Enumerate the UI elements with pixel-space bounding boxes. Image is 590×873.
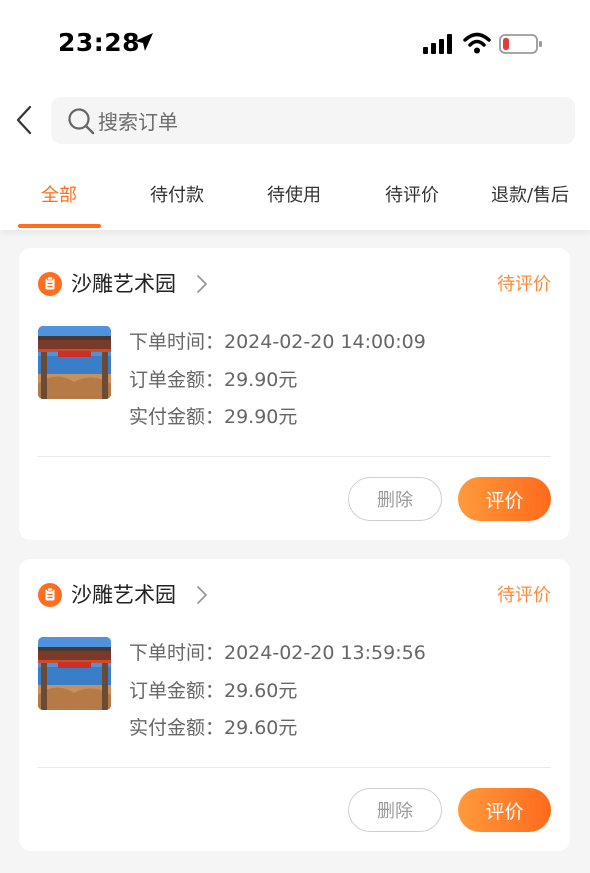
order-details: 下单时间：2024-02-20 14:00:09 订单金额：29.90元 实付金… xyxy=(129,324,426,437)
order-thumbnail[interactable] xyxy=(38,326,111,399)
shop-name[interactable]: 沙雕艺术园 xyxy=(71,268,176,298)
order-status-badge: 待评价 xyxy=(497,585,551,606)
order-thumbnail[interactable] xyxy=(38,637,111,710)
back-button[interactable] xyxy=(8,100,40,140)
review-button[interactable]: 评价 xyxy=(458,788,551,832)
chevron-right-icon xyxy=(197,586,207,604)
status-bar: 23:28 xyxy=(0,0,590,80)
shop-name[interactable]: 沙雕艺术园 xyxy=(71,579,176,609)
order-card: 沙雕艺术园 待评价 下单时间：2024-02-20 13:59:56 订单金额：… xyxy=(19,559,570,851)
paid-amount: 实付金额：29.60元 xyxy=(129,717,298,739)
top-header: 23:28 搜索订单 全部 待付款 待使用 待评价 退款/售后 xyxy=(0,0,590,230)
battery-low-icon xyxy=(499,34,542,54)
shop-clipboard-icon xyxy=(38,583,62,607)
order-card-header[interactable]: 沙雕艺术园 待评价 xyxy=(19,248,570,320)
delete-order-button[interactable]: 删除 xyxy=(348,788,442,832)
delete-order-button[interactable]: 删除 xyxy=(348,477,442,521)
search-placeholder: 搜索订单 xyxy=(98,110,178,134)
order-card: 沙雕艺术园 待评价 下单时间：2024-02-20 14:00:09 订单金额：… xyxy=(19,248,570,540)
order-details: 下单时间：2024-02-20 13:59:56 订单金额：29.60元 实付金… xyxy=(129,635,426,748)
order-amount: 订单金额：29.90元 xyxy=(129,368,298,391)
order-time: 下单时间：2024-02-20 13:59:56 xyxy=(129,642,426,664)
cellular-signal-icon xyxy=(423,34,452,54)
order-time: 下单时间：2024-02-20 14:00:09 xyxy=(129,331,426,353)
card-divider xyxy=(38,456,551,457)
search-input[interactable]: 搜索订单 xyxy=(51,97,575,144)
shop-clipboard-icon xyxy=(38,272,62,296)
location-arrow-icon xyxy=(135,33,153,51)
tab-pending-use[interactable]: 待使用 xyxy=(267,181,321,207)
search-icon xyxy=(68,107,95,134)
tab-refund-aftersales[interactable]: 退款/售后 xyxy=(491,181,569,207)
order-card-header[interactable]: 沙雕艺术园 待评价 xyxy=(19,559,570,631)
review-button[interactable]: 评价 xyxy=(458,477,551,521)
status-time: 23:28 xyxy=(58,28,141,57)
order-amount: 订单金额：29.60元 xyxy=(129,679,298,702)
active-tab-indicator xyxy=(18,224,101,228)
paid-amount: 实付金额：29.90元 xyxy=(129,406,298,428)
tab-all[interactable]: 全部 xyxy=(41,181,77,207)
card-divider xyxy=(38,767,551,768)
tab-pending-review[interactable]: 待评价 xyxy=(385,181,439,207)
chevron-right-icon xyxy=(197,275,207,293)
wifi-icon xyxy=(463,32,491,54)
order-status-badge: 待评价 xyxy=(497,274,551,295)
tab-pending-payment[interactable]: 待付款 xyxy=(150,181,204,207)
chevron-left-icon xyxy=(16,105,32,135)
order-tabs: 全部 待付款 待使用 待评价 退款/售后 xyxy=(0,165,590,229)
